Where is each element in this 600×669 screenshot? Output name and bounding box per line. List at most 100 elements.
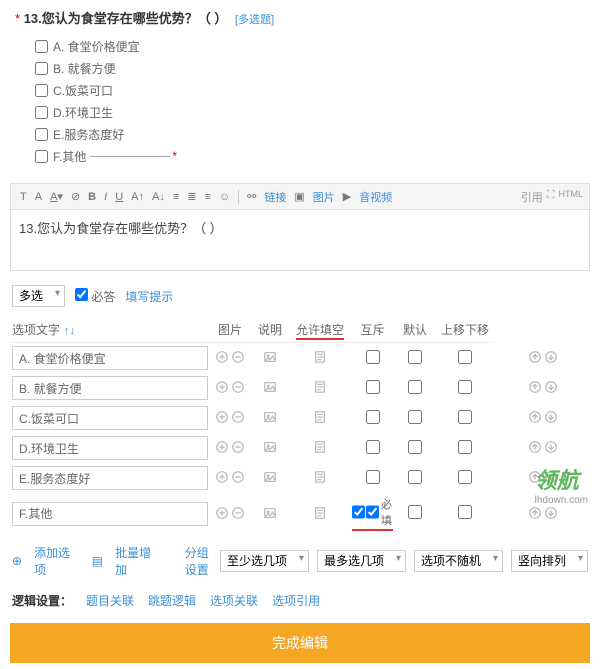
score-setting-link[interactable]: 分组设置 (185, 544, 212, 578)
move-down-icon[interactable] (543, 349, 559, 365)
layout-select[interactable]: 竖向排列 (511, 550, 588, 572)
default-checkbox[interactable] (458, 470, 472, 484)
add-option-link[interactable]: 添加选项 (34, 544, 80, 578)
image-icon[interactable] (262, 409, 278, 425)
question-text-input[interactable]: 13.您认为食堂存在哪些优势？（ ） (11, 210, 589, 270)
add-icon[interactable] (214, 409, 230, 425)
link-btn[interactable]: 链接 (264, 189, 286, 205)
logic-link-3[interactable]: 选项引用 (272, 592, 320, 609)
min-select[interactable]: 至少选几项 (220, 550, 309, 572)
option-checkbox[interactable] (35, 106, 48, 119)
move-up-icon[interactable] (527, 409, 543, 425)
fill-blank[interactable] (90, 156, 170, 157)
option-checkbox[interactable] (35, 128, 48, 141)
default-checkbox[interactable] (458, 440, 472, 454)
logic-link-2[interactable]: 选项关联 (210, 592, 258, 609)
image-icon[interactable] (262, 469, 278, 485)
image-icon[interactable] (262, 505, 278, 521)
remove-icon[interactable] (230, 349, 246, 365)
option-checkbox[interactable] (35, 150, 48, 163)
default-checkbox[interactable] (458, 410, 472, 424)
max-select[interactable]: 最多选几项 (317, 550, 406, 572)
html-btn[interactable]: HTML (559, 189, 584, 205)
bold-icon[interactable]: B (85, 189, 99, 205)
fill-required-checkbox[interactable] (366, 505, 379, 519)
random-select[interactable]: 选项不随机 (414, 550, 503, 572)
move-down-icon[interactable] (543, 439, 559, 455)
image-btn[interactable]: 图片 (313, 189, 335, 205)
note-icon[interactable] (312, 409, 328, 425)
exclusive-checkbox[interactable] (408, 470, 422, 484)
move-up-icon[interactable] (527, 379, 543, 395)
logic-link-0[interactable]: 题目关联 (86, 592, 134, 609)
add-icon[interactable] (214, 469, 230, 485)
note-icon[interactable] (312, 505, 328, 521)
required-checkbox[interactable] (75, 288, 88, 301)
add-icon[interactable] (214, 505, 230, 521)
add-icon[interactable] (214, 349, 230, 365)
underline-icon[interactable]: U (112, 189, 126, 205)
sort-icon[interactable]: ↑↓ (64, 325, 75, 337)
add-icon[interactable] (214, 379, 230, 395)
exclusive-checkbox[interactable] (408, 505, 422, 519)
exclusive-checkbox[interactable] (408, 410, 422, 424)
logic-link-1[interactable]: 跳题逻辑 (148, 592, 196, 609)
option-text-input[interactable] (12, 346, 208, 370)
remove-icon[interactable] (230, 379, 246, 395)
option-text-input[interactable] (12, 406, 208, 430)
default-checkbox[interactable] (458, 505, 472, 519)
move-down-icon[interactable] (543, 505, 559, 521)
align-right-icon[interactable]: ≡ (201, 189, 213, 205)
question-type-select[interactable]: 多选 (12, 285, 65, 307)
allow-fill-checkbox[interactable] (366, 440, 380, 454)
option-text-input[interactable] (12, 466, 208, 490)
emoji-icon[interactable]: ☺ (216, 189, 233, 205)
exclusive-checkbox[interactable] (408, 380, 422, 394)
bg-color-icon[interactable]: A▾ (47, 188, 66, 205)
note-icon[interactable] (312, 379, 328, 395)
note-icon[interactable] (312, 349, 328, 365)
option-checkbox[interactable] (35, 40, 48, 53)
note-icon[interactable] (312, 469, 328, 485)
align-center-icon[interactable]: ≣ (184, 188, 199, 205)
italic-icon[interactable]: I (101, 189, 110, 205)
submit-button[interactable]: 完成编辑 (10, 623, 590, 663)
align-left-icon[interactable]: ≡ (170, 189, 182, 205)
font-inc-icon[interactable]: A↑ (128, 189, 147, 205)
option-text-input[interactable] (12, 376, 208, 400)
remove-icon[interactable] (230, 505, 246, 521)
add-icon[interactable] (214, 439, 230, 455)
image-icon[interactable] (262, 349, 278, 365)
move-up-icon[interactable] (527, 439, 543, 455)
font-color-icon[interactable]: T (17, 189, 30, 205)
fullscreen-icon[interactable]: ⛶ (547, 189, 555, 205)
remove-icon[interactable] (230, 409, 246, 425)
move-up-icon[interactable] (527, 505, 543, 521)
image-icon[interactable]: ▣ (291, 188, 307, 205)
exclusive-checkbox[interactable] (408, 350, 422, 364)
quote-btn[interactable]: 引用 (521, 189, 543, 205)
link-icon[interactable]: ⚯ (244, 188, 259, 205)
video-btn[interactable]: 音视频 (359, 189, 392, 205)
move-down-icon[interactable] (543, 379, 559, 395)
option-checkbox[interactable] (35, 84, 48, 97)
hint-link[interactable]: 填写提示 (125, 288, 173, 305)
allow-fill-checkbox[interactable] (366, 470, 380, 484)
allow-fill-checkbox[interactable] (366, 410, 380, 424)
exclusive-checkbox[interactable] (408, 440, 422, 454)
default-checkbox[interactable] (458, 350, 472, 364)
allow-fill-checkbox[interactable] (352, 505, 365, 519)
option-text-input[interactable] (12, 436, 208, 460)
allow-fill-checkbox[interactable] (366, 350, 380, 364)
remove-icon[interactable] (230, 469, 246, 485)
move-down-icon[interactable] (543, 409, 559, 425)
clear-format-icon[interactable]: ⊘ (68, 188, 83, 205)
image-icon[interactable] (262, 379, 278, 395)
default-checkbox[interactable] (458, 380, 472, 394)
required-checkbox-label[interactable]: 必答 (75, 288, 115, 305)
allow-fill-checkbox[interactable] (366, 380, 380, 394)
image-icon[interactable] (262, 439, 278, 455)
batch-add-link[interactable]: 批量增加 (115, 544, 161, 578)
remove-icon[interactable] (230, 439, 246, 455)
font-icon[interactable]: A (32, 189, 45, 205)
